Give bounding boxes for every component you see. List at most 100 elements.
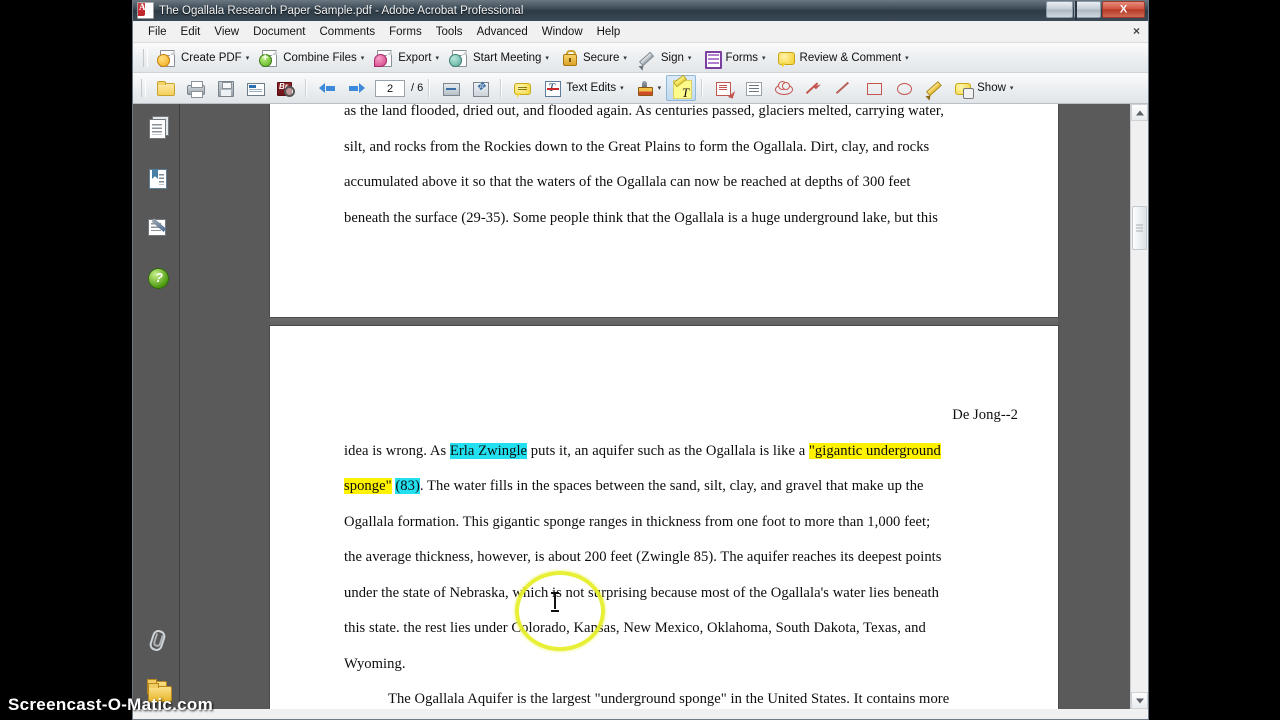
line-tool-button[interactable] bbox=[828, 75, 858, 101]
menu-item-forms[interactable]: Forms bbox=[382, 24, 429, 40]
chevron-down-icon[interactable]: ▾ bbox=[762, 54, 766, 62]
scroll-down-button[interactable] bbox=[1131, 692, 1148, 709]
email-button[interactable] bbox=[240, 75, 270, 101]
oval-tool-button[interactable] bbox=[888, 75, 918, 101]
page-header-running-head: De Jong--2 bbox=[952, 407, 1018, 423]
navigation-pane bbox=[133, 104, 180, 709]
chevron-down-icon[interactable]: ▾ bbox=[905, 54, 909, 62]
save-button[interactable] bbox=[210, 75, 240, 101]
document-line-highlighted-2: sponge" (83). The water fills in the spa… bbox=[344, 469, 1018, 505]
text-box-icon bbox=[743, 79, 763, 97]
combine-files-icon bbox=[259, 49, 279, 67]
create-pdf-button[interactable]: Create PDF ▾ bbox=[152, 45, 254, 71]
text-edits-icon bbox=[542, 79, 562, 97]
arrow-tool-button[interactable] bbox=[798, 75, 828, 101]
chevron-down-icon[interactable]: ▾ bbox=[246, 54, 250, 62]
screen: The Ogallala Research Paper Sample.pdf -… bbox=[0, 0, 1280, 720]
bridge-button[interactable] bbox=[270, 75, 300, 101]
document-viewport[interactable]: as the land flooded, dried out, and floo… bbox=[180, 104, 1148, 709]
secondary-toolbar: 2 / 6 Text Edits ▾ ▾ bbox=[133, 73, 1148, 104]
close-document-icon[interactable]: × bbox=[1133, 24, 1140, 38]
menu-item-view[interactable]: View bbox=[207, 24, 246, 40]
document-line: The Ogallala Aquifer is the largest "und… bbox=[388, 691, 950, 707]
scrollbar-thumb[interactable] bbox=[1132, 206, 1147, 250]
toolbar-separator bbox=[428, 79, 431, 97]
cyan-highlight-citation: (83) bbox=[395, 478, 420, 494]
chevron-down-icon[interactable]: ▾ bbox=[623, 54, 627, 62]
minimize-button[interactable] bbox=[1046, 1, 1073, 18]
menu-item-window[interactable]: Window bbox=[535, 24, 590, 40]
show-comments-button[interactable]: Show ▾ bbox=[948, 75, 1018, 101]
forms-button[interactable]: Forms ▾ bbox=[696, 45, 770, 71]
stamp-button[interactable]: ▾ bbox=[629, 75, 667, 101]
rectangle-tool-button[interactable] bbox=[858, 75, 888, 101]
sticky-note-icon bbox=[512, 79, 532, 98]
show-label: Show bbox=[977, 82, 1006, 94]
review-comment-button[interactable]: Review & Comment ▾ bbox=[771, 45, 914, 71]
close-button[interactable]: X bbox=[1102, 1, 1145, 18]
document-line-highlighted-1: idea is wrong. As Erla Zwingle puts it, … bbox=[344, 434, 1018, 470]
highlight-text-icon bbox=[671, 79, 693, 101]
open-file-button[interactable] bbox=[150, 75, 180, 101]
title-bar: The Ogallala Research Paper Sample.pdf -… bbox=[133, 0, 1148, 21]
chevron-down-icon[interactable]: ▾ bbox=[545, 54, 549, 62]
menu-item-file[interactable]: File bbox=[141, 24, 174, 40]
menu-item-comments[interactable]: Comments bbox=[313, 24, 383, 40]
callout-button[interactable] bbox=[708, 75, 738, 101]
review-comment-icon bbox=[776, 49, 796, 68]
sign-button[interactable]: Sign ▾ bbox=[632, 45, 697, 71]
page-number-input[interactable]: 2 bbox=[375, 79, 405, 97]
pencil-tool-button[interactable] bbox=[918, 75, 948, 101]
chevron-down-icon[interactable]: ▾ bbox=[688, 54, 692, 62]
chevron-down-icon[interactable]: ▾ bbox=[620, 84, 624, 92]
menu-item-help[interactable]: Help bbox=[590, 24, 628, 40]
export-icon bbox=[374, 49, 394, 67]
oval-tool-icon bbox=[893, 79, 913, 97]
start-meeting-button[interactable]: Start Meeting ▾ bbox=[444, 45, 554, 71]
secure-button[interactable]: Secure ▾ bbox=[554, 45, 632, 71]
print-button[interactable] bbox=[180, 75, 210, 101]
line-tool-icon bbox=[833, 79, 853, 97]
menu-item-advanced[interactable]: Advanced bbox=[470, 24, 535, 40]
sidebar-item-pages[interactable] bbox=[145, 116, 169, 140]
chevron-down-icon[interactable]: ▾ bbox=[658, 84, 662, 92]
previous-page-arrow-icon bbox=[317, 79, 337, 97]
sticky-note-button[interactable] bbox=[507, 75, 537, 101]
sidebar-item-help[interactable] bbox=[145, 265, 169, 289]
previous-page-button[interactable] bbox=[312, 75, 342, 101]
highlight-text-button[interactable] bbox=[666, 75, 697, 101]
next-page-arrow-icon bbox=[347, 79, 367, 97]
fit-page-button[interactable] bbox=[465, 75, 495, 101]
sidebar-item-signatures[interactable] bbox=[145, 215, 169, 239]
export-button[interactable]: Export ▾ bbox=[369, 45, 444, 71]
document-line: this state. the rest lies under Colorado… bbox=[344, 620, 926, 636]
window-title: The Ogallala Research Paper Sample.pdf -… bbox=[159, 4, 524, 17]
text-edits-button[interactable]: Text Edits ▾ bbox=[537, 75, 628, 101]
menu-item-tools[interactable]: Tools bbox=[429, 24, 470, 40]
rectangle-tool-icon bbox=[863, 79, 883, 97]
chevron-down-icon[interactable]: ▾ bbox=[436, 54, 440, 62]
cyan-highlight-erla-zwingle: Erla Zwingle bbox=[449, 442, 528, 459]
yellow-highlight-quote-part-2: sponge" bbox=[344, 478, 392, 494]
review-comment-label: Review & Comment bbox=[799, 51, 902, 64]
vertical-scrollbar[interactable] bbox=[1130, 104, 1148, 709]
maximize-restore-button[interactable] bbox=[1074, 1, 1101, 20]
toolbar-grip[interactable] bbox=[143, 48, 148, 67]
scroll-up-button[interactable] bbox=[1131, 104, 1148, 121]
fit-width-icon bbox=[440, 79, 461, 97]
sidebar-item-attachments[interactable] bbox=[145, 627, 169, 651]
chevron-down-icon[interactable]: ▾ bbox=[1010, 84, 1014, 92]
combine-files-button[interactable]: Combine Files ▾ bbox=[254, 45, 369, 71]
menu-item-document[interactable]: Document bbox=[246, 24, 312, 40]
text-box-button[interactable] bbox=[738, 75, 768, 101]
secure-lock-icon bbox=[559, 49, 579, 67]
toolbar-grip[interactable] bbox=[141, 79, 146, 97]
menu-item-edit[interactable]: Edit bbox=[174, 24, 208, 40]
start-meeting-icon bbox=[449, 49, 469, 67]
forms-icon bbox=[701, 49, 723, 69]
cloud-tool-button[interactable] bbox=[768, 75, 798, 101]
sidebar-item-bookmarks[interactable] bbox=[145, 166, 169, 190]
fit-width-button[interactable] bbox=[435, 75, 465, 101]
next-page-button[interactable] bbox=[342, 75, 372, 101]
chevron-down-icon[interactable]: ▾ bbox=[361, 54, 365, 62]
